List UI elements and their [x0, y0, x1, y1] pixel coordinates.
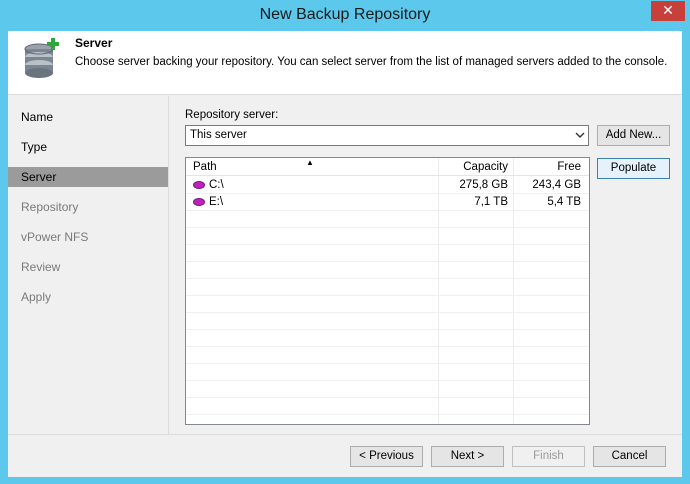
repository-server-select[interactable]: This server	[185, 125, 589, 146]
nav-item-repository: Repository	[21, 200, 79, 214]
close-icon: ✕	[662, 2, 674, 18]
disk-table: Path ▲ Capacity Free C:\ 275,8 GB 243,4 …	[185, 157, 590, 425]
empty-row	[186, 211, 589, 228]
previous-button[interactable]: < Previous	[350, 446, 423, 467]
row-path: C:\	[209, 179, 224, 191]
empty-row	[186, 398, 589, 415]
database-add-icon	[24, 38, 59, 78]
close-button[interactable]: ✕	[651, 1, 685, 21]
empty-row	[186, 245, 589, 262]
row-path: E:\	[209, 196, 224, 208]
next-button[interactable]: Next >	[431, 446, 504, 467]
empty-row	[186, 228, 589, 245]
empty-row	[186, 347, 589, 364]
step-description: Choose server backing your repository. Y…	[75, 56, 668, 68]
empty-row	[186, 364, 589, 381]
empty-row	[186, 330, 589, 347]
nav-item-apply: Apply	[21, 290, 52, 304]
wizard-window: Server Choose server backing your reposi…	[8, 31, 682, 477]
row-free: 243,4 GB	[532, 179, 581, 191]
finish-button: Finish	[512, 446, 585, 467]
nav-divider	[168, 96, 169, 434]
empty-row	[186, 262, 589, 279]
cancel-button[interactable]: Cancel	[593, 446, 666, 467]
disk-icon	[193, 181, 205, 189]
nav-item-name[interactable]: Name	[8, 107, 168, 127]
empty-row	[186, 313, 589, 330]
row-capacity: 7,1 TB	[474, 196, 508, 208]
nav-item-review: Review	[21, 260, 61, 274]
nav-item-vpower-nfs: vPower NFS	[21, 230, 89, 244]
wizard-steps: Name Type Server Repository vPower NFS R…	[8, 96, 168, 434]
window-title: New Backup Repository	[259, 6, 431, 23]
row-capacity: 275,8 GB	[459, 179, 508, 191]
nav-item-server[interactable]: Server	[8, 167, 168, 187]
row-free: 5,4 TB	[547, 196, 581, 208]
populate-button[interactable]: Populate	[597, 158, 670, 179]
wizard-header: Server Choose server backing your reposi…	[8, 31, 682, 95]
footer-divider	[8, 434, 682, 435]
column-header-capacity[interactable]: Capacity	[438, 158, 508, 176]
column-header-free[interactable]: Free	[513, 158, 581, 176]
table-header: Path ▲ Capacity Free	[186, 158, 589, 176]
step-title: Server	[75, 36, 113, 50]
sort-ascending-icon: ▲	[306, 158, 314, 167]
empty-row	[186, 381, 589, 398]
chevron-down-icon	[575, 132, 585, 138]
repository-server-value: This server	[190, 129, 247, 141]
table-row[interactable]: E:\ 7,1 TB 5,4 TB	[186, 194, 589, 211]
title-bar: New Backup Repository ✕	[0, 0, 690, 32]
column-header-path[interactable]: Path	[193, 158, 217, 176]
nav-item-type[interactable]: Type	[8, 137, 168, 157]
add-new-button[interactable]: Add New...	[597, 125, 670, 146]
empty-row	[186, 296, 589, 313]
empty-row	[186, 279, 589, 296]
table-row[interactable]: C:\ 275,8 GB 243,4 GB	[186, 177, 589, 194]
repository-server-label: Repository server:	[185, 109, 279, 121]
disk-icon	[193, 198, 205, 206]
